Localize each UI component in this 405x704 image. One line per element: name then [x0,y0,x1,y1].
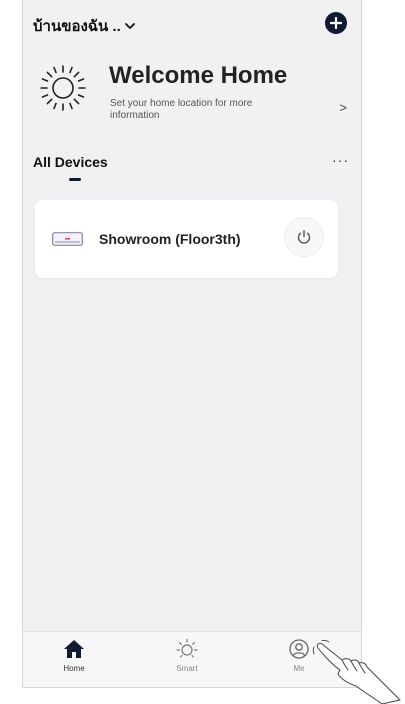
tab-all-devices[interactable]: All Devices [33,154,108,170]
welcome-subtitle: Set your home location for more informat… [110,98,253,121]
top-bar: บ้านของฉัน .. [23,0,361,48]
welcome-banner[interactable]: Welcome Home Set your home location for … [23,52,361,142]
chevron-down-icon [124,22,135,30]
welcome-title: Welcome Home [109,62,288,89]
tab-active-indicator [69,178,81,181]
sun-icon [40,65,86,111]
devices-section-header: All Devices ··· [23,152,361,184]
bottom-navigation: Home Smart Me [23,631,361,687]
sun-icon [176,638,198,658]
device-card[interactable]: Showroom (Floor3th) [35,200,338,278]
app-screen: บ้านของฉัน .. Welcome Home Set your home… [22,0,362,688]
user-icon [289,639,309,659]
air-conditioner-icon [52,232,83,246]
device-name: Showroom (Floor3th) [99,231,241,247]
chevron-right-icon: > [339,100,347,115]
nav-smart[interactable]: Smart [157,638,217,684]
tap-gesture-hand-icon [312,640,401,704]
home-icon [64,640,84,658]
plus-circle-icon [330,17,342,29]
more-options-button[interactable]: ··· [332,152,349,168]
add-button[interactable] [325,12,347,34]
nav-home[interactable]: Home [44,638,104,684]
nav-smart-label: Smart [176,664,198,673]
nav-home-label: Home [63,664,85,673]
power-icon [297,230,311,244]
nav-me-label: Me [293,664,305,673]
home-name: บ้านของฉัน .. [33,18,121,35]
power-button[interactable] [284,217,324,257]
home-switcher[interactable]: บ้านของฉัน .. [33,14,135,38]
